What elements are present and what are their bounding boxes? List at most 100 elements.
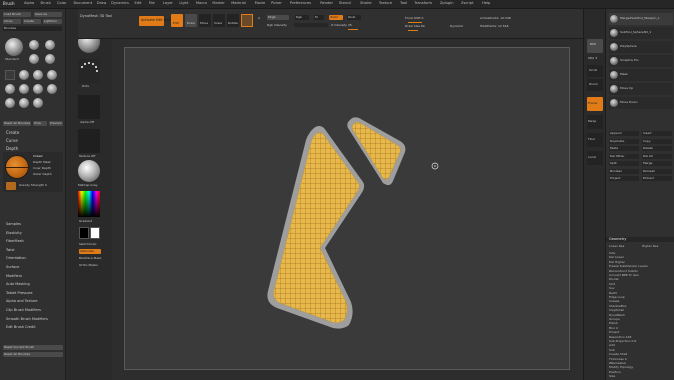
reset-all-brushes-button[interactable]: Reset All Brushes xyxy=(3,352,63,357)
depth-mask-label[interactable]: Depth Mask xyxy=(33,161,51,164)
menu-item-stroke[interactable]: Stroke xyxy=(360,1,371,6)
reset-all-brushes-top[interactable]: Reset All Brushes xyxy=(3,121,31,126)
menu-item-zscript[interactable]: Zscript xyxy=(461,1,473,6)
menu-item-help[interactable]: Help xyxy=(482,1,490,6)
brush-subsection-clip-brush-modifiers[interactable]: Clip Brush Modifiers xyxy=(6,308,41,313)
brush-subsection-edit-brush-credit[interactable]: Edit Brush Credit xyxy=(6,326,36,330)
menu-item-draw[interactable]: Draw xyxy=(97,1,106,6)
geometry-item-suv[interactable]: Suv xyxy=(609,287,615,290)
color-picker[interactable] xyxy=(78,191,100,217)
geometry-item-modify-topology[interactable]: Modify Topology xyxy=(609,366,633,369)
zsub-button[interactable]: Zsub xyxy=(347,15,361,20)
brush-subsection-fibermesh[interactable]: FiberMesh xyxy=(6,240,24,244)
brush-thumb-a[interactable] xyxy=(5,84,15,94)
menu-item-movie[interactable]: Movie xyxy=(255,1,266,6)
menu-item-transform[interactable]: Transform xyxy=(414,1,432,6)
menu-item-alpha[interactable]: Alpha xyxy=(24,1,34,6)
menu-item-macro[interactable]: Macro xyxy=(196,1,207,6)
persp-button[interactable]: Persp xyxy=(587,115,603,129)
section-curve[interactable]: Curve xyxy=(6,139,18,143)
menu-item-light[interactable]: Light xyxy=(179,1,188,6)
brush-thumb-inflate[interactable] xyxy=(19,70,29,80)
menu-item-color[interactable]: Color xyxy=(57,1,66,6)
scroll-button[interactable]: Scroll xyxy=(587,65,603,77)
subtool-action-del-other[interactable]: Del Other xyxy=(609,153,639,159)
menu-item-material[interactable]: Material xyxy=(231,1,246,6)
ortho-masks-label[interactable]: Ortho Masks xyxy=(79,264,98,267)
subtool-action-remesh[interactable]: Remesh xyxy=(642,168,672,174)
material-icon[interactable] xyxy=(78,160,100,182)
geometry-item-add[interactable]: Add xyxy=(609,344,615,347)
brush-subsection-orientation[interactable]: Orientation xyxy=(6,257,26,261)
m-button[interactable]: M xyxy=(314,15,324,20)
brush-thumb-g[interactable] xyxy=(33,98,43,108)
rgb-intensity-track[interactable] xyxy=(294,23,328,27)
inner-depth-label[interactable]: Inner Depth xyxy=(33,167,51,170)
geometry-item-lower-res[interactable]: Lower Res xyxy=(609,245,624,248)
alternate-button[interactable]: Alternate xyxy=(79,249,101,254)
clone-button[interactable]: Clone xyxy=(3,19,21,24)
switchcolor-label[interactable]: SwitchColor xyxy=(79,243,97,246)
brush-thumb-claybuildup[interactable] xyxy=(29,54,39,64)
backface-mask-label[interactable]: Backface Mask xyxy=(79,257,101,260)
rgb-intensity-slider[interactable]: Rgb Intensity xyxy=(267,24,287,27)
subtool-row[interactable]: MergedSubTool_Weapon_1 xyxy=(609,13,673,25)
mrgb-button[interactable]: Mrgb xyxy=(267,15,289,20)
geometry-item-claypolish[interactable]: ClayPolish xyxy=(609,309,624,312)
dynamic-toggle[interactable]: Dynamic xyxy=(450,25,463,28)
secondary-color-swatch[interactable] xyxy=(79,227,89,239)
geometry-item-freeze-subdivision-levels[interactable]: Freeze SubDivision Levels xyxy=(609,265,648,268)
primary-color-swatch[interactable] xyxy=(90,227,100,239)
subtool-action-paste[interactable]: Paste xyxy=(609,146,639,151)
edit-mode-button[interactable]: Activate Edit Mode xyxy=(139,16,173,26)
brush-thumb-standard[interactable] xyxy=(5,38,23,56)
create-button[interactable]: Create xyxy=(23,19,41,24)
lightbox-button[interactable]: Lightbox xyxy=(43,19,62,24)
zadd-button[interactable]: Zadd xyxy=(329,15,343,20)
frame-button[interactable]: Frame xyxy=(587,97,603,111)
geometry-item-higher-res[interactable]: Higher Res xyxy=(642,245,658,248)
alpha-off-icon[interactable] xyxy=(78,95,100,119)
depth-gauge-icon[interactable] xyxy=(5,155,30,179)
scale-button[interactable]: Scale xyxy=(213,14,225,27)
imbed-label[interactable]: Imbed xyxy=(33,155,42,158)
geometry-item-crease[interactable]: Crease xyxy=(609,300,619,303)
menu-item-tool[interactable]: Tool xyxy=(400,1,407,6)
menu-item-render[interactable]: Render xyxy=(320,1,333,6)
z-intensity-slider[interactable]: Z Intensity 25 xyxy=(331,24,352,27)
section-create[interactable]: Create xyxy=(6,131,19,135)
subtool-action-split[interactable]: Split xyxy=(609,161,639,166)
subtool-action-extract[interactable]: Extract xyxy=(642,176,672,181)
brush-subsection-modifiers[interactable]: Modifiers xyxy=(6,274,22,279)
menu-item-stencil[interactable]: Stencil xyxy=(339,1,351,6)
menu-item-marker[interactable]: Marker xyxy=(212,1,224,6)
reset-current-brush-button[interactable]: Reset Current Brush xyxy=(3,345,63,350)
menu-item-zplugin[interactable]: Zplugin xyxy=(440,1,454,6)
brush-thumb-d[interactable] xyxy=(47,84,57,94)
subtool-action-boolean[interactable]: Boolean xyxy=(609,168,639,174)
menu-item-file[interactable]: File xyxy=(149,1,155,6)
geometry-item-divide[interactable]: Divide xyxy=(609,278,619,281)
brush-subsection-smooth-brush-modifiers[interactable]: Smooth Brush Modifiers xyxy=(6,317,48,322)
local-button[interactable]: Local xyxy=(587,151,603,165)
focal-shift-slider[interactable]: Focal Shift 0 xyxy=(405,17,423,20)
document-canvas[interactable] xyxy=(124,47,570,370)
menu-item-preferences[interactable]: Preferences xyxy=(290,1,311,6)
subtool-action-delete[interactable]: Delete xyxy=(642,146,672,151)
rgb-button[interactable]: Rgb xyxy=(295,15,309,20)
geometry-item-polish[interactable]: Polish xyxy=(609,322,618,325)
zoom-button[interactable]: Zoom xyxy=(587,79,603,91)
brush-subsection-auto-masking[interactable]: Auto Masking xyxy=(6,283,30,287)
subtool-row[interactable]: Sculptris Pro xyxy=(609,55,673,67)
geometry-item-project[interactable]: Project xyxy=(609,331,619,334)
brush-thumb-f[interactable] xyxy=(19,98,29,108)
menu-item-texture[interactable]: Texture xyxy=(379,1,392,6)
preview-button[interactable]: Preview xyxy=(49,121,63,126)
menu-item-layer[interactable]: Layer xyxy=(163,1,173,6)
brush-subsection-tablet-pressure[interactable]: Tablet Pressure xyxy=(6,291,32,296)
geometry-header[interactable]: Geometry xyxy=(606,237,674,242)
subtool-action-project[interactable]: Project xyxy=(609,176,639,181)
outer-depth-label[interactable]: Outer Depth xyxy=(33,173,52,176)
brush-subsection-samples[interactable]: Samples xyxy=(6,222,21,227)
subtool-row[interactable]: SubTool_Sphere3D_1 xyxy=(609,27,673,39)
